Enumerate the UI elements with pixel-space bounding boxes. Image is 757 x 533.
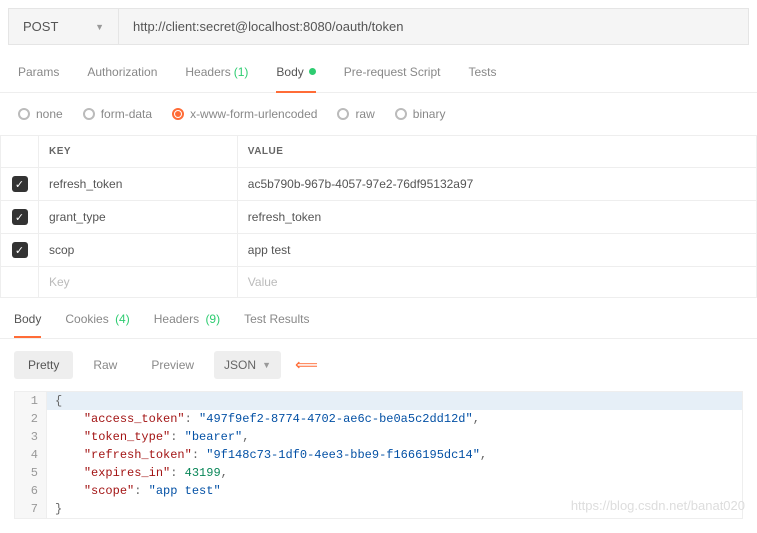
tab-authorization[interactable]: Authorization	[87, 53, 157, 93]
tab-headers[interactable]: Headers (1)	[185, 53, 248, 93]
radio-none[interactable]: none	[18, 107, 63, 121]
raw-button[interactable]: Raw	[79, 351, 131, 379]
checkbox-icon[interactable]: ✓	[12, 176, 28, 192]
method-select[interactable]: POST ▼	[9, 9, 119, 44]
method-label: POST	[23, 19, 58, 34]
response-tabs: Body Cookies (4) Headers (9) Test Result…	[0, 298, 757, 339]
key-placeholder[interactable]: Key	[39, 267, 238, 298]
radio-icon	[172, 108, 184, 120]
tab-body[interactable]: Body	[276, 53, 315, 93]
table-row-empty[interactable]: Key Value	[1, 267, 757, 298]
table-row[interactable]: ✓ scop app test	[1, 234, 757, 267]
cookies-count: (4)	[115, 312, 130, 326]
value-cell[interactable]: app test	[237, 234, 756, 267]
resp-tab-headers[interactable]: Headers (9)	[154, 312, 220, 338]
form-table: KEY VALUE ✓ refresh_token ac5b790b-967b-…	[0, 135, 757, 298]
table-row[interactable]: ✓ grant_type refresh_token	[1, 201, 757, 234]
value-cell[interactable]: refresh_token	[237, 201, 756, 234]
format-select[interactable]: JSON ▼	[214, 351, 281, 379]
radio-icon	[18, 108, 30, 120]
url-input[interactable]: http://client:secret@localhost:8080/oaut…	[119, 9, 748, 44]
tab-prerequest[interactable]: Pre-request Script	[344, 53, 441, 93]
key-cell[interactable]: scop	[39, 234, 238, 267]
body-type-radios: none form-data x-www-form-urlencoded raw…	[0, 93, 757, 135]
value-placeholder[interactable]: Value	[237, 267, 756, 298]
wrap-lines-icon[interactable]: ⟸	[287, 355, 326, 375]
tab-body-label: Body	[276, 65, 303, 79]
watermark: https://blog.csdn.net/banat020	[571, 498, 745, 513]
pretty-button[interactable]: Pretty	[14, 351, 73, 379]
preview-button[interactable]: Preview	[137, 351, 208, 379]
radio-icon	[83, 108, 95, 120]
chevron-down-icon: ▼	[262, 360, 271, 370]
radio-binary[interactable]: binary	[395, 107, 446, 121]
radio-icon	[395, 108, 407, 120]
tab-tests[interactable]: Tests	[468, 53, 496, 93]
checkbox-header	[1, 136, 39, 168]
value-header: VALUE	[237, 136, 756, 168]
value-cell[interactable]: ac5b790b-967b-4057-97e2-76df95132a97	[237, 168, 756, 201]
radio-xwww[interactable]: x-www-form-urlencoded	[172, 107, 317, 121]
checkbox-icon[interactable]: ✓	[12, 209, 28, 225]
radio-icon	[337, 108, 349, 120]
tab-params[interactable]: Params	[18, 53, 59, 93]
body-indicator-icon	[309, 68, 316, 75]
key-header: KEY	[39, 136, 238, 168]
radio-form-data[interactable]: form-data	[83, 107, 152, 121]
request-bar: POST ▼ http://client:secret@localhost:80…	[8, 8, 749, 45]
response-toolbar: Pretty Raw Preview JSON ▼ ⟸	[0, 339, 757, 391]
request-tabs: Params Authorization Headers (1) Body Pr…	[0, 53, 757, 93]
checkbox-icon[interactable]: ✓	[12, 242, 28, 258]
resp-headers-count: (9)	[205, 312, 220, 326]
tab-headers-label: Headers	[185, 65, 230, 79]
key-cell[interactable]: grant_type	[39, 201, 238, 234]
resp-tab-cookies[interactable]: Cookies (4)	[65, 312, 129, 338]
headers-count: (1)	[234, 65, 249, 79]
table-row[interactable]: ✓ refresh_token ac5b790b-967b-4057-97e2-…	[1, 168, 757, 201]
radio-raw[interactable]: raw	[337, 107, 374, 121]
resp-tab-tests[interactable]: Test Results	[244, 312, 309, 338]
resp-tab-body[interactable]: Body	[14, 312, 41, 338]
chevron-down-icon: ▼	[95, 22, 104, 32]
key-cell[interactable]: refresh_token	[39, 168, 238, 201]
